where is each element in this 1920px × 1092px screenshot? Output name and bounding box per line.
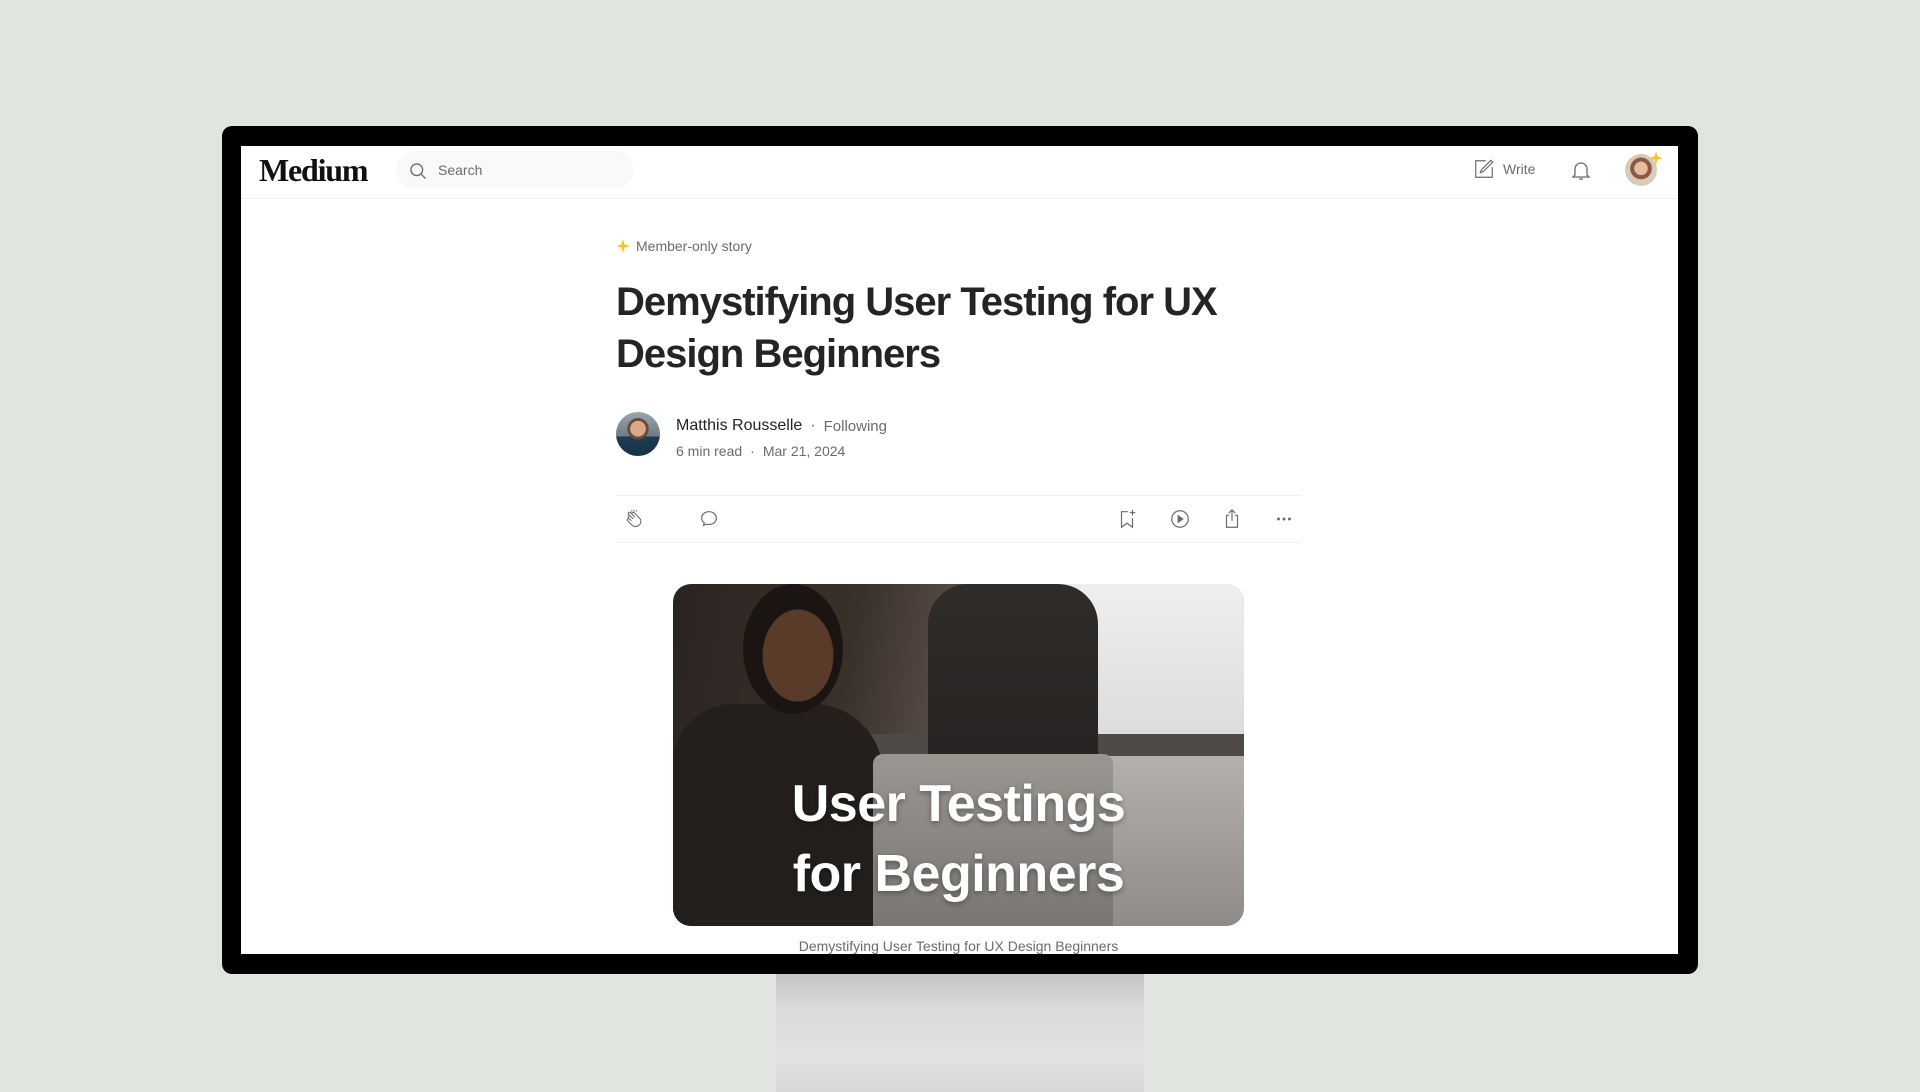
author-name[interactable]: Matthis Rousselle xyxy=(676,417,802,435)
write-icon xyxy=(1475,159,1494,178)
more-icon xyxy=(1277,517,1291,521)
publish-date: Mar 21, 2024 xyxy=(762,443,846,459)
author-avatar[interactable] xyxy=(616,412,660,456)
more-button[interactable] xyxy=(1273,508,1295,535)
read-time: 6 min read xyxy=(676,443,743,459)
member-only-label: Member-only story xyxy=(636,238,752,254)
comment-icon xyxy=(701,511,717,527)
hero-overlay-line2: for Beginners xyxy=(792,845,1125,903)
write-label: Write xyxy=(1503,161,1536,177)
search-bar[interactable] xyxy=(396,151,634,189)
write-button[interactable]: Write xyxy=(1473,158,1535,180)
clap-button[interactable] xyxy=(624,508,646,535)
medium-logo[interactable]: Medium xyxy=(259,152,369,189)
hero-overlay-text: User Testings for Beginners xyxy=(673,769,1244,909)
author-line: Matthis Rousselle · Following xyxy=(676,417,887,435)
share-button[interactable] xyxy=(1221,508,1243,535)
separator-dot: · xyxy=(810,417,816,434)
following-button[interactable]: Following xyxy=(824,418,887,435)
bookmark-add-icon xyxy=(1120,509,1136,529)
member-only-badge: Member-only story xyxy=(616,238,752,254)
top-nav: Medium Write xyxy=(241,146,1678,199)
image-caption: Demystifying User Testing for UX Design … xyxy=(798,938,1119,954)
hero-overlay-line1: User Testings xyxy=(791,775,1126,833)
hero-image[interactable]: User Testings for Beginners xyxy=(673,584,1244,926)
member-star-icon xyxy=(616,239,630,253)
separator-dot: · xyxy=(750,443,755,459)
comment-button[interactable] xyxy=(698,508,720,535)
monitor-stand xyxy=(776,972,1144,1092)
search-input[interactable] xyxy=(438,151,618,189)
bell-icon xyxy=(1571,162,1591,180)
browser-screen: Medium Write Member-only story Demystify… xyxy=(241,146,1678,954)
notifications-button[interactable] xyxy=(1569,158,1593,187)
article-title: Demystifying User Testing for UX Design … xyxy=(616,280,1218,376)
image-person-head xyxy=(743,584,843,714)
clap-icon xyxy=(626,509,642,528)
bookmark-button[interactable] xyxy=(1116,508,1138,535)
article-meta: 6 min read · Mar 21, 2024 xyxy=(676,443,845,459)
member-star-icon xyxy=(1649,151,1663,165)
play-icon xyxy=(1171,510,1189,528)
listen-button[interactable] xyxy=(1169,508,1191,535)
search-icon xyxy=(410,163,426,179)
action-bar xyxy=(616,495,1301,543)
share-icon xyxy=(1225,508,1239,528)
